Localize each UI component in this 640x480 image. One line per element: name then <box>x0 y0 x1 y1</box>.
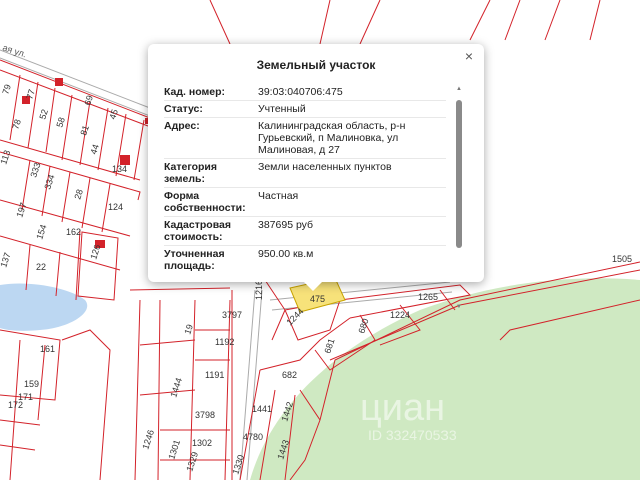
plot-number-label: 1216 <box>254 280 264 300</box>
plot-number-label: 161 <box>40 344 55 354</box>
plot-number-label: 134 <box>112 164 127 174</box>
plot-number-label: 1301 <box>166 438 182 460</box>
selected-plot-label: 475 <box>310 294 325 304</box>
info-row: Кад. номер: 39:03:040706:475 <box>164 84 446 101</box>
plot-number-label: 1265 <box>418 292 438 302</box>
plot-number-label: 3798 <box>195 410 215 420</box>
plot-number-label: 19 <box>182 323 195 336</box>
scroll-up-icon[interactable]: ▲ <box>456 86 462 92</box>
row-key: Уточненная площадь: <box>164 248 225 272</box>
scroll-down-icon[interactable]: ▼ <box>456 304 462 310</box>
close-icon[interactable]: × <box>462 48 476 64</box>
row-value: 387695 руб <box>258 219 314 231</box>
plot-number-label: 334 <box>42 173 56 190</box>
plot-number-label: 1246 <box>140 428 156 450</box>
info-row: Статус: Учтенный <box>164 101 446 118</box>
plot-number-label: 1191 <box>205 370 224 380</box>
info-row: Адрес: Калининградская область, р-н Гурье… <box>164 118 446 159</box>
plot-number-label: 154 <box>34 223 48 240</box>
scroll-thumb[interactable] <box>456 100 462 248</box>
row-key: Категория земель: <box>164 161 218 185</box>
info-row: Кадастровая стоимость: 387695 руб <box>164 217 446 246</box>
plot-number-label: 1444 <box>168 376 184 398</box>
row-key: Кадастровая стоимость: <box>164 219 231 243</box>
plot-number-label: 3797 <box>222 310 242 320</box>
plot-number-label: 333 <box>28 161 42 178</box>
row-key: Адрес: <box>164 120 200 132</box>
plot-number-label: 1441 <box>252 404 272 414</box>
watermark-id: ID 3324705З3 <box>368 427 457 443</box>
row-key: Статус: <box>164 103 203 115</box>
plot-number-label: 45 <box>107 108 120 121</box>
plot-number-label: 197 <box>14 201 28 218</box>
land-plot-popup: Земельный участок × Кад. номер: 39:03:040… <box>148 44 484 310</box>
plot-number-label: 79 <box>0 83 13 96</box>
road <box>239 289 263 480</box>
watermark: циан <box>360 387 445 429</box>
plot-number-label: 81 <box>78 124 91 137</box>
plot-number-label: 1330 <box>230 453 246 475</box>
row-value: Учтенный <box>258 103 306 115</box>
info-row: Уточненная площадь: 950.00 кв.м <box>164 246 446 272</box>
plot-number-label: 58 <box>54 116 67 129</box>
plot-number-label: 113 <box>0 149 12 166</box>
info-row: Форма собственности: Частная <box>164 188 446 217</box>
plot-number-label: 680 <box>356 317 370 334</box>
row-value: Частная <box>258 190 299 202</box>
plot-number-label: 1224 <box>390 310 410 320</box>
plot-number-label: 162 <box>66 227 81 237</box>
row-value: 39:03:040706:475 <box>258 86 343 98</box>
plot-number-label: 1329 <box>184 450 200 472</box>
row-value: Земли населенных пунктов <box>258 161 392 173</box>
plot-number-label: 124 <box>108 202 123 212</box>
plot-number-label: 4780 <box>243 432 263 442</box>
plot-number-label: 171 <box>18 392 33 402</box>
plot-number-label: 137 <box>0 251 13 268</box>
popup-title: Земельный участок <box>256 58 376 72</box>
info-row: Категория земель: Земли населенных пункто… <box>164 159 446 188</box>
plot-number-label: 682 <box>282 370 297 380</box>
plot-number-label: 52 <box>37 108 50 121</box>
row-key: Кад. номер: <box>164 86 226 98</box>
plot-number-label: 22 <box>36 262 46 272</box>
row-value: 950.00 кв.м <box>258 248 314 260</box>
popup-scrollbar[interactable]: ▲ ▼ <box>456 86 462 310</box>
popup-content[interactable]: Кад. номер: 39:03:040706:475 Статус: Учтен… <box>164 84 446 272</box>
plot-number-label: 1302 <box>192 438 212 448</box>
row-value: Калининградская область, р-н Гурьевский,… <box>258 120 406 156</box>
plot-number-label: 28 <box>72 188 85 201</box>
water-body <box>0 283 88 331</box>
plot-number-label: 44 <box>88 143 101 156</box>
popup-pointer <box>303 281 323 291</box>
row-key: Форма собственности: <box>164 190 246 214</box>
plot-number-label: 1192 <box>215 337 234 347</box>
road-label: ая ул. <box>1 42 27 59</box>
road <box>0 49 151 117</box>
plot-number-label: 681 <box>322 337 336 354</box>
plot-number-label: 78 <box>10 118 23 131</box>
plot-number-label: 159 <box>24 379 39 389</box>
plot-number-label: 126 <box>88 243 102 260</box>
plot-number-label: 1505 <box>612 254 632 264</box>
